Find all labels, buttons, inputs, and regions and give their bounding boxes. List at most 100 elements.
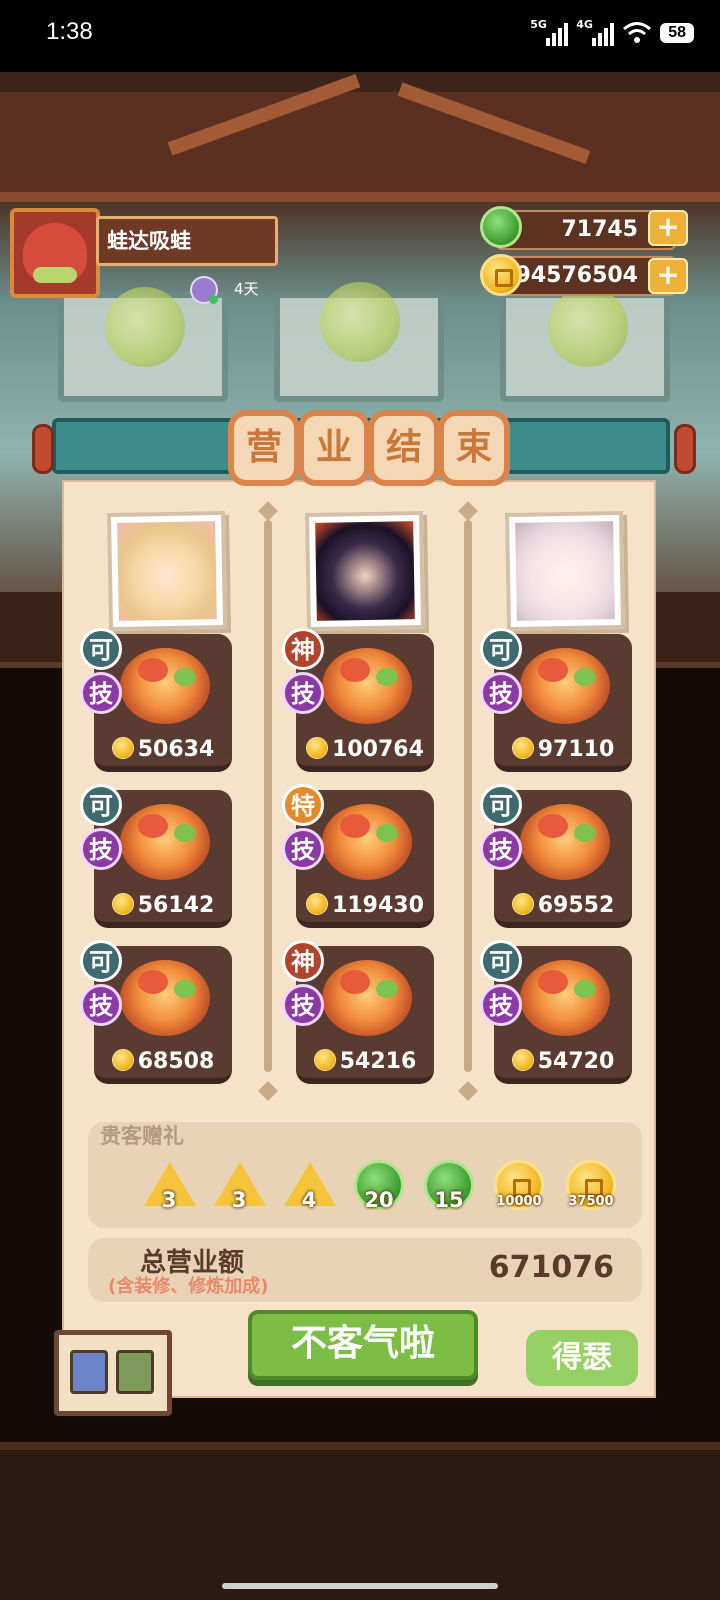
signal-4g-icon: 4G bbox=[576, 18, 615, 46]
gift-count: 37500 bbox=[568, 1194, 614, 1209]
dish-rank-badge: 可 bbox=[480, 784, 522, 826]
dish-image bbox=[120, 960, 210, 1036]
dish-rank-badge: 可 bbox=[80, 784, 122, 826]
dish-image bbox=[520, 804, 610, 880]
dish-skill-badge: 技 bbox=[80, 828, 122, 870]
dish-price-value: 54720 bbox=[537, 1049, 615, 1074]
dish-rank-badge: 可 bbox=[480, 940, 522, 982]
dish-skill-badge: 技 bbox=[480, 672, 522, 714]
player-name: 蛙达吸蛙 bbox=[96, 216, 278, 266]
add-coin-button[interactable]: + bbox=[648, 258, 688, 294]
dish-skill-badge: 技 bbox=[282, 984, 324, 1026]
dish-skill-badge: 技 bbox=[80, 672, 122, 714]
battery-indicator: 58 bbox=[660, 23, 694, 43]
dish-rank-badge: 可 bbox=[80, 628, 122, 670]
coin-icon bbox=[111, 893, 134, 915]
dish-rank-badge: 神 bbox=[282, 940, 324, 982]
dish-skill-badge: 技 bbox=[80, 984, 122, 1026]
dish-skill-badge: 技 bbox=[480, 828, 522, 870]
dish-price-value: 100764 bbox=[332, 737, 424, 762]
coin-icon bbox=[111, 1049, 134, 1071]
banner-end-right bbox=[674, 424, 696, 474]
dish-price: 119430 bbox=[296, 893, 434, 918]
dish-price: 100764 bbox=[296, 737, 434, 762]
bottom-strip bbox=[0, 1442, 720, 1600]
gift-count: 3 bbox=[231, 1188, 247, 1212]
avatar-dragon-face bbox=[23, 223, 87, 283]
title-char: 结 bbox=[368, 410, 440, 486]
yinyang-decoration bbox=[105, 287, 185, 367]
status-icons: 5G 4G 58 bbox=[530, 18, 694, 46]
item-slot-green[interactable] bbox=[116, 1350, 154, 1394]
dish-skill-badge: 技 bbox=[282, 672, 324, 714]
roof-decoration bbox=[0, 92, 720, 202]
dish-price-value: 97110 bbox=[537, 737, 615, 762]
dish-price: 56142 bbox=[94, 893, 232, 918]
dish-skill-badge: 技 bbox=[282, 828, 324, 870]
gift-count: 15 bbox=[434, 1188, 464, 1212]
dish-price-value: 119430 bbox=[332, 893, 424, 918]
gift-count: 10000 bbox=[496, 1194, 542, 1209]
customer-portrait-2 bbox=[304, 510, 426, 632]
dish-price-value: 69552 bbox=[537, 893, 615, 918]
title-char: 束 bbox=[438, 410, 510, 486]
share-button[interactable]: 得瑟 bbox=[526, 1330, 638, 1386]
yinyang-decoration bbox=[320, 282, 400, 362]
customer-portrait-1 bbox=[106, 510, 228, 632]
column-divider bbox=[464, 520, 472, 1072]
dish-rank-badge: 特 bbox=[282, 784, 324, 826]
yinyang-decoration bbox=[548, 287, 628, 367]
dish-image bbox=[322, 960, 412, 1036]
coin-icon bbox=[306, 737, 329, 759]
add-jade-button[interactable]: + bbox=[648, 210, 688, 246]
coin-icon bbox=[306, 893, 329, 915]
dish-price: 54720 bbox=[494, 1049, 632, 1074]
status-bar: 1:38 5G 4G 58 bbox=[0, 0, 720, 72]
coin-icon bbox=[511, 1049, 534, 1071]
dish-price: 50634 bbox=[94, 737, 232, 762]
dish-price: 68508 bbox=[94, 1049, 232, 1074]
dish-price: 54216 bbox=[296, 1049, 434, 1074]
gift-item-seasoning: 4 bbox=[284, 1160, 336, 1212]
gift-item-seasoning: 3 bbox=[144, 1160, 196, 1212]
dish-rank-badge: 可 bbox=[480, 628, 522, 670]
gift-item-seasoning: 3 bbox=[214, 1160, 266, 1212]
dish-image bbox=[120, 648, 210, 724]
gift-count: 20 bbox=[364, 1188, 394, 1212]
total-sublabel: (含装修、修炼加成) bbox=[108, 1276, 269, 1297]
dish-image bbox=[322, 804, 412, 880]
gift-title: 贵客赠礼 bbox=[100, 1124, 184, 1148]
dish-price-value: 68508 bbox=[137, 1049, 215, 1074]
item-slot-blue[interactable] bbox=[70, 1350, 108, 1394]
dish-price: 69552 bbox=[494, 893, 632, 918]
gift-count: 3 bbox=[161, 1188, 177, 1212]
gift-item-jade: 15 bbox=[424, 1160, 474, 1212]
status-time: 1:38 bbox=[46, 18, 93, 45]
coin-icon bbox=[313, 1049, 336, 1071]
dish-price-value: 50634 bbox=[137, 737, 215, 762]
home-indicator[interactable] bbox=[222, 1583, 498, 1589]
player-avatar[interactable] bbox=[10, 208, 100, 298]
title-char: 营 bbox=[228, 410, 300, 486]
coin-icon bbox=[111, 737, 134, 759]
customer-portrait-3 bbox=[504, 510, 626, 632]
dish-image bbox=[322, 648, 412, 724]
day-count: 4天 bbox=[234, 280, 259, 298]
jade-icon bbox=[480, 206, 522, 248]
coin-icon bbox=[480, 254, 522, 296]
gift-item-coin: 10000 bbox=[494, 1160, 544, 1210]
title-char: 业 bbox=[298, 410, 370, 486]
total-value: 671076 bbox=[488, 1250, 614, 1285]
signal-5g-icon: 5G bbox=[530, 18, 569, 46]
dish-skill-badge: 技 bbox=[480, 984, 522, 1026]
confirm-button[interactable]: 不客气啦 bbox=[248, 1310, 478, 1380]
coin-icon bbox=[511, 737, 534, 759]
dish-image bbox=[520, 648, 610, 724]
gift-item-jade: 20 bbox=[354, 1160, 404, 1212]
dish-price: 97110 bbox=[494, 737, 632, 762]
character-day-icon bbox=[190, 276, 218, 304]
dish-rank-badge: 神 bbox=[282, 628, 324, 670]
banner-end-left bbox=[32, 424, 54, 474]
dish-image bbox=[120, 804, 210, 880]
dish-price-value: 56142 bbox=[137, 893, 215, 918]
